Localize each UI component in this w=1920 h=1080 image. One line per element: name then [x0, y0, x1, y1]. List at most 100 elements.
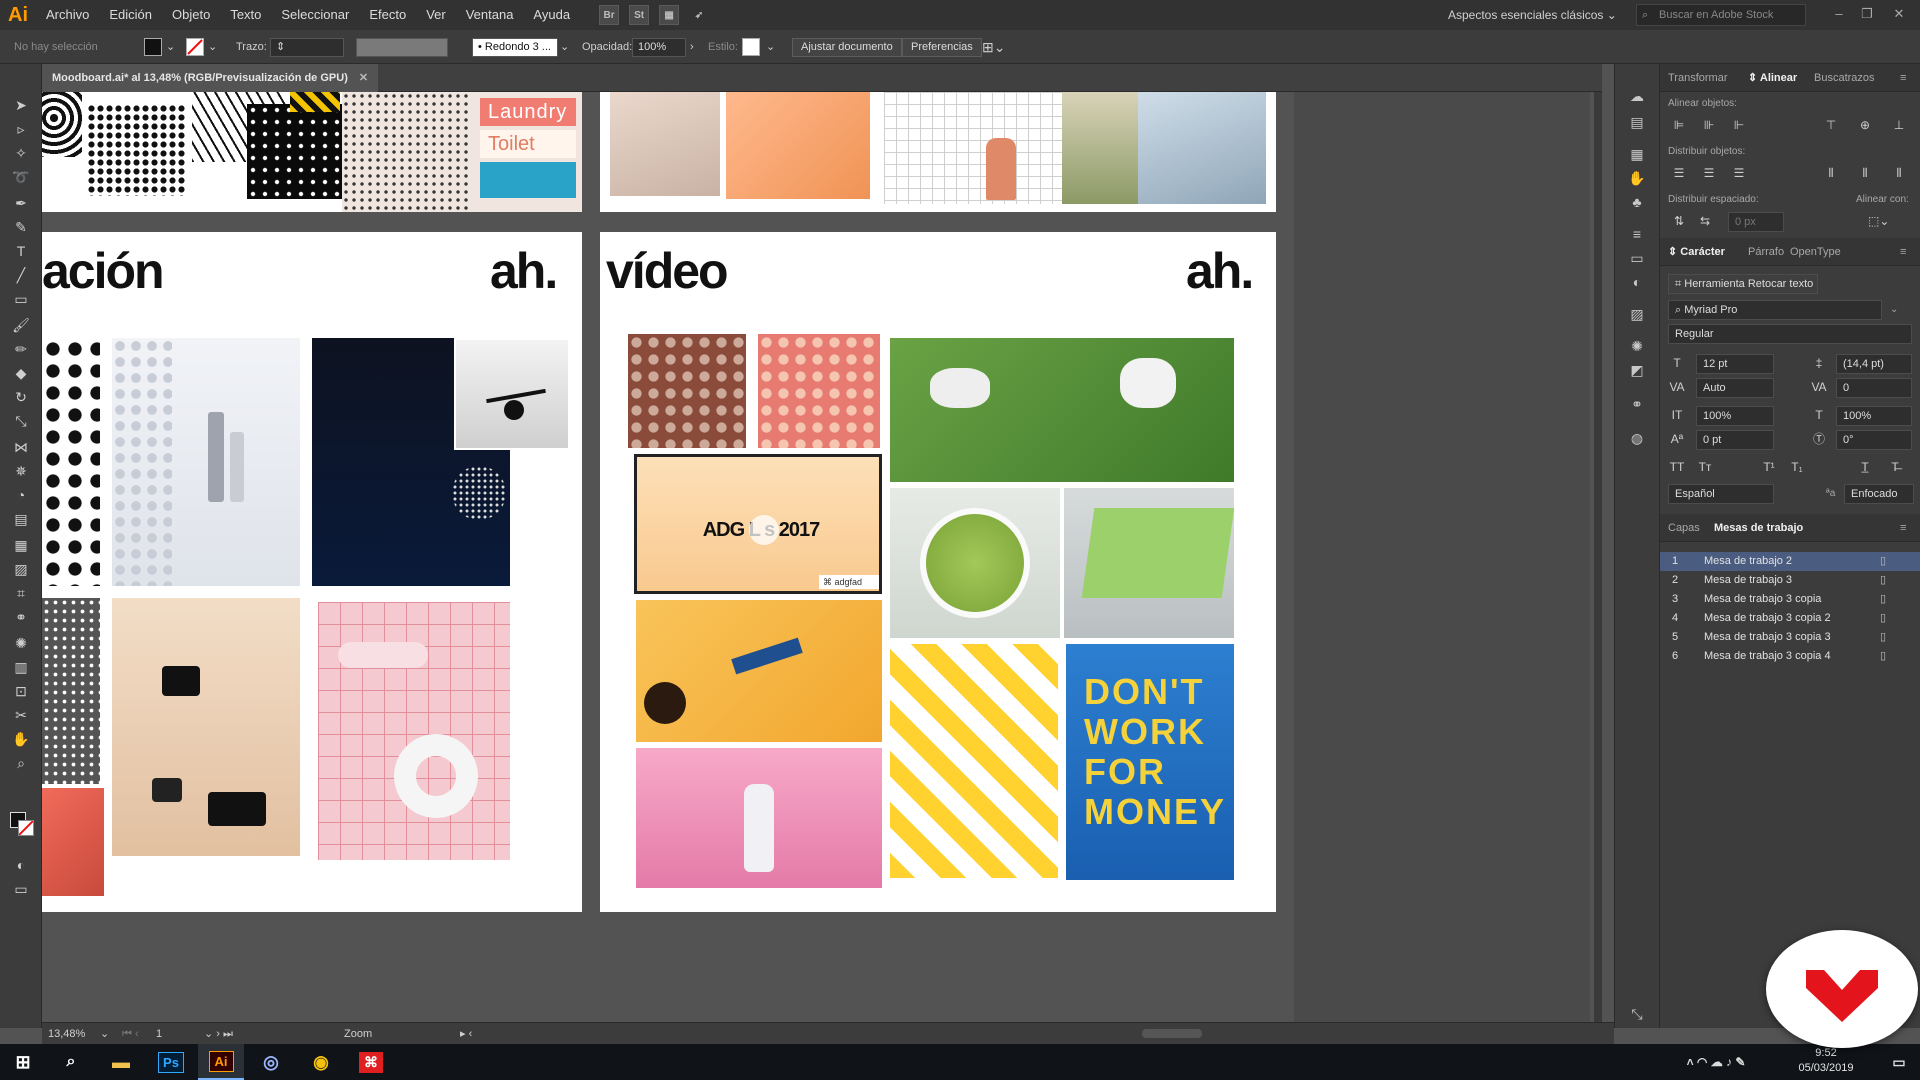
line-tool-icon[interactable]: ╱ [9, 264, 33, 286]
canvas[interactable]: Laundry Toilet ación ah. vídeo ah. ADG 2… [42, 92, 1602, 1022]
opacity-field[interactable]: 100% [632, 38, 686, 57]
stroke-color-icon[interactable] [18, 820, 34, 836]
font-style-field[interactable]: Regular [1668, 324, 1912, 344]
fit-document-button[interactable]: Ajustar documento [792, 38, 902, 57]
illustrator-taskbar-icon[interactable]: Ai [198, 1044, 244, 1080]
puppet-warp-icon[interactable]: ✵ [9, 460, 33, 482]
artboard-number[interactable]: 1 [156, 1023, 162, 1045]
artboard-tool-icon[interactable]: ⊡ [9, 680, 33, 702]
language-select[interactable]: Español [1668, 484, 1774, 504]
magic-wand-icon[interactable]: ✧ [9, 142, 33, 164]
tab-buscatrazos[interactable]: Buscatrazos [1814, 64, 1875, 92]
arrange-documents-icon[interactable]: ▦ [659, 5, 680, 25]
image-trace-icon[interactable]: ▨ [1627, 304, 1647, 324]
align-bottom-icon[interactable]: ⊥ [1890, 116, 1908, 134]
bridge-icon[interactable]: Br [599, 5, 620, 25]
photoshop-taskbar-icon[interactable]: Ps [148, 1044, 194, 1080]
libraries-icon[interactable]: ☁ [1627, 86, 1647, 106]
mesh-tool-icon[interactable]: ▦ [9, 534, 33, 556]
artboard-ilustracion[interactable]: ación ah. [42, 232, 582, 912]
chevron-down-icon[interactable]: ⌄ [208, 30, 217, 64]
baseline-shift-field[interactable]: 0 pt [1696, 430, 1774, 450]
font-family-field[interactable]: ⌕ Myriad Pro [1668, 300, 1882, 320]
artboard-video[interactable]: vídeo ah. ADG L s 2017 ⌘ adgfad D [600, 232, 1276, 912]
slice-tool-icon[interactable]: ✂ [9, 704, 33, 726]
vertical-scale-field[interactable]: 100% [1696, 406, 1774, 426]
file-explorer-icon[interactable]: ▬ [98, 1044, 144, 1080]
artboard-options-icon[interactable]: ▯ [1880, 590, 1886, 609]
font-size-field[interactable]: 12 pt [1696, 354, 1774, 374]
gradient-icon[interactable]: ▭ [1627, 248, 1647, 268]
menu-ventana[interactable]: Ventana [456, 0, 524, 30]
chevron-right-icon[interactable]: › [690, 30, 694, 64]
menu-texto[interactable]: Texto [220, 0, 271, 30]
superscript-icon[interactable]: T¹ [1760, 458, 1778, 476]
first-artboard-icon[interactable]: ⏮ ‹ [122, 1023, 139, 1045]
horizontal-scale-field[interactable]: 100% [1836, 406, 1912, 426]
stroke-weight-field[interactable]: ⇕ [270, 38, 344, 57]
tab-opentype[interactable]: OpenType [1790, 238, 1841, 266]
draw-mode-icon[interactable]: ◐ [9, 854, 33, 876]
minimize-button[interactable]: – [1826, 0, 1852, 30]
zoom-level[interactable]: 13,48% [48, 1023, 85, 1045]
menu-objeto[interactable]: Objeto [162, 0, 220, 30]
next-artboard-icon[interactable]: ⌄ › ⏭ [204, 1023, 233, 1045]
stroke-swatch[interactable] [186, 38, 204, 56]
shaper-tool-icon[interactable]: ✏ [9, 338, 33, 360]
align-vcenter-icon[interactable]: ⊕ [1856, 116, 1874, 134]
rotate-tool-icon[interactable]: ↻ [9, 386, 33, 408]
underline-icon[interactable]: T̲ [1856, 458, 1874, 476]
chevron-down-icon[interactable]: ⌄ [1890, 304, 1898, 315]
distribute-right-icon[interactable]: ⫴ [1890, 164, 1908, 182]
navigator-icon[interactable]: ◍ [1627, 428, 1647, 448]
align-to-selection-icon[interactable]: ⬚⌄ [1868, 212, 1889, 230]
align-left-icon[interactable]: ⊫ [1670, 116, 1688, 134]
screen-mode-icon[interactable]: ▭ [9, 878, 33, 900]
type-tool-icon[interactable]: T [9, 240, 33, 262]
perspective-grid-icon[interactable]: ▤ [9, 508, 33, 530]
chevron-down-icon[interactable]: ⌄ [166, 30, 175, 64]
pen-tool-icon[interactable]: ✒ [9, 192, 33, 214]
notifications-icon[interactable]: ▭ [1876, 1044, 1920, 1080]
leading-field[interactable]: (14,4 pt) [1836, 354, 1912, 374]
artboard-options-icon[interactable]: ▯ [1880, 647, 1886, 666]
distribute-top-icon[interactable]: ☰ [1670, 164, 1688, 182]
acrobat-icon[interactable]: ⌘ [348, 1044, 394, 1080]
distribute-vcenter-icon[interactable]: ☰ [1700, 164, 1718, 182]
subscript-icon[interactable]: T₁ [1788, 458, 1806, 476]
eraser-icon[interactable]: ◆ [9, 362, 33, 384]
artboard-row[interactable]: 5 Mesa de trabajo 3 copia 3 ▯ [1660, 628, 1920, 647]
horizontal-spacing-icon[interactable]: ⇆ [1696, 212, 1714, 230]
browser-taskbar-icon[interactable]: ◎ [248, 1044, 294, 1080]
horizontal-scrollbar[interactable] [1142, 1029, 1202, 1038]
menu-edicion[interactable]: Edición [99, 0, 162, 30]
search-icon[interactable]: ⌕ [48, 1044, 94, 1080]
color-guide-icon[interactable]: ▦ [1627, 144, 1647, 164]
lasso-icon[interactable]: ➰ [9, 166, 33, 188]
vertical-scrollbar[interactable] [1594, 92, 1602, 1022]
artboard-top-right[interactable] [600, 92, 1276, 212]
artboard-row[interactable]: 4 Mesa de trabajo 3 copia 2 ▯ [1660, 609, 1920, 628]
system-tray-icons[interactable]: ˄ ◠ ☁ ♪ ✎ [1656, 1044, 1776, 1080]
align-top-icon[interactable]: ⊤ [1822, 116, 1840, 134]
tracking-field[interactable]: 0 [1836, 378, 1912, 398]
clock[interactable]: 9:52 05/03/2019 [1786, 1046, 1866, 1076]
strikethrough-icon[interactable]: T̶ [1886, 458, 1904, 476]
stock-icon[interactable]: St [629, 5, 650, 25]
tab-transformar[interactable]: Transformar [1668, 64, 1728, 92]
align-hcenter-icon[interactable]: ⊪ [1700, 116, 1718, 134]
vertical-spacing-icon[interactable]: ⇅ [1670, 212, 1688, 230]
direct-selection-tool-icon[interactable]: ▹ [9, 118, 33, 140]
menu-efecto[interactable]: Efecto [359, 0, 416, 30]
chevron-down-icon[interactable]: ⌄ [100, 1023, 109, 1045]
video-adg-laus[interactable]: ADG L s 2017 ⌘ adgfad [634, 454, 882, 594]
graphic-styles-icon[interactable]: ◩ [1627, 360, 1647, 380]
all-caps-icon[interactable]: TT [1668, 458, 1686, 476]
gradient-tool-icon[interactable]: ▨ [9, 558, 33, 580]
appearance-icon[interactable]: ✺ [1627, 336, 1647, 356]
artboard-options-icon[interactable]: ▯ [1880, 609, 1886, 628]
curvature-tool-icon[interactable]: ✎ [9, 216, 33, 238]
align-right-icon[interactable]: ⊩ [1730, 116, 1748, 134]
properties-icon[interactable]: ▤ [1627, 112, 1647, 132]
links-icon[interactable]: ⚭ [1627, 394, 1647, 414]
